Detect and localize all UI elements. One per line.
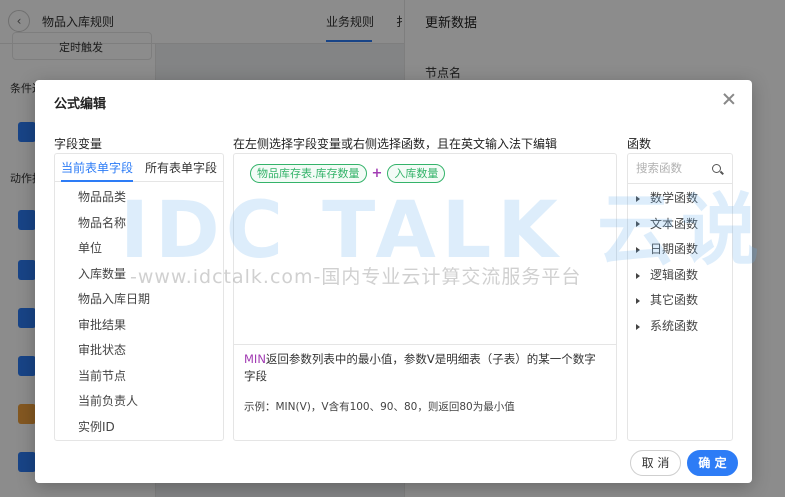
dialog-title: 公式编辑 <box>54 97 107 112</box>
function-description-text: 返回参数列表中的最小值，参数V是明细表（子表）的某一个数字字段 <box>244 352 596 383</box>
function-search <box>628 154 732 184</box>
field-item[interactable]: 审批状态 <box>55 338 223 364</box>
function-category-other[interactable]: 其它函数 <box>628 288 732 314</box>
field-tabs: 当前表单字段 所有表单字段 <box>55 154 223 182</box>
editor-hint: 在左侧选择字段变量或右侧选择函数，且在英文输入法下编辑 <box>233 137 558 151</box>
formula-expression[interactable]: 物品库存表.库存数量 + 入库数量 <box>250 164 446 183</box>
caret-right-icon <box>636 221 640 228</box>
function-search-input[interactable] <box>636 154 712 182</box>
field-list: 物品品类 物品名称 单位 入库数量 物品入库日期 审批结果 审批状态 当前节点 … <box>55 182 223 440</box>
editor-divider <box>234 344 616 345</box>
function-category-label: 文本函数 <box>650 216 699 231</box>
tab-all-form-fields[interactable]: 所有表单字段 <box>139 154 223 181</box>
formula-editor[interactable]: 物品库存表.库存数量 + 入库数量 MIN返回参数列表中的最小值，参数V是明细表… <box>233 153 617 441</box>
function-category-label: 日期函数 <box>650 242 699 257</box>
function-name: MIN <box>244 352 266 366</box>
confirm-button[interactable]: 确 定 <box>687 450 738 476</box>
function-category-logic[interactable]: 逻辑函数 <box>628 263 732 289</box>
function-category-label: 系统函数 <box>650 318 699 333</box>
function-category-list: 数学函数 文本函数 日期函数 逻辑函数 其它函数 系统函数 <box>628 184 732 340</box>
caret-right-icon <box>636 246 640 253</box>
cancel-button[interactable]: 取 消 <box>630 450 681 476</box>
search-icon[interactable] <box>712 164 721 173</box>
field-item[interactable]: 实例ID <box>55 415 223 441</box>
operator-plus: + <box>371 166 383 181</box>
function-description: MIN返回参数列表中的最小值，参数V是明细表（子表）的某一个数字字段 <box>244 351 604 385</box>
field-item[interactable]: 物品入库日期 <box>55 287 223 313</box>
field-item[interactable]: 当前负责人 <box>55 389 223 415</box>
close-icon[interactable] <box>722 92 736 106</box>
functions-label: 函数 <box>627 137 652 151</box>
caret-right-icon <box>636 272 640 279</box>
field-item[interactable]: 审批结果 <box>55 313 223 339</box>
tab-current-form-fields[interactable]: 当前表单字段 <box>55 154 139 182</box>
field-item[interactable]: 物品品类 <box>55 185 223 211</box>
function-category-date[interactable]: 日期函数 <box>628 237 732 263</box>
function-category-system[interactable]: 系统函数 <box>628 314 732 340</box>
caret-right-icon <box>636 323 640 330</box>
function-category-label: 数学函数 <box>650 191 699 205</box>
function-category-label: 其它函数 <box>650 293 699 308</box>
field-variables-label: 字段变量 <box>54 137 103 151</box>
field-item[interactable]: 当前节点 <box>55 364 223 390</box>
field-variables-panel: 当前表单字段 所有表单字段 物品品类 物品名称 单位 入库数量 物品入库日期 审… <box>54 153 224 441</box>
functions-panel: 数学函数 文本函数 日期函数 逻辑函数 其它函数 系统函数 <box>627 153 733 441</box>
field-chip-inbound-quantity[interactable]: 入库数量 <box>387 164 446 183</box>
field-item[interactable]: 入库数量 <box>55 262 223 288</box>
field-item[interactable]: 单位 <box>55 236 223 262</box>
caret-right-icon <box>636 195 640 202</box>
function-example: 示例：MIN(V)，V含有100、90、80，则返回80为最小值 <box>244 401 515 413</box>
function-category-label: 逻辑函数 <box>650 267 699 282</box>
field-chip-stock-quantity[interactable]: 物品库存表.库存数量 <box>250 164 367 183</box>
formula-editor-dialog: 公式编辑 字段变量 在左侧选择字段变量或右侧选择函数，且在英文输入法下编辑 函数… <box>35 80 752 483</box>
function-category-math[interactable]: 数学函数 <box>628 186 732 212</box>
function-category-text[interactable]: 文本函数 <box>628 212 732 238</box>
field-item[interactable]: 物品名称 <box>55 211 223 237</box>
caret-right-icon <box>636 298 640 305</box>
